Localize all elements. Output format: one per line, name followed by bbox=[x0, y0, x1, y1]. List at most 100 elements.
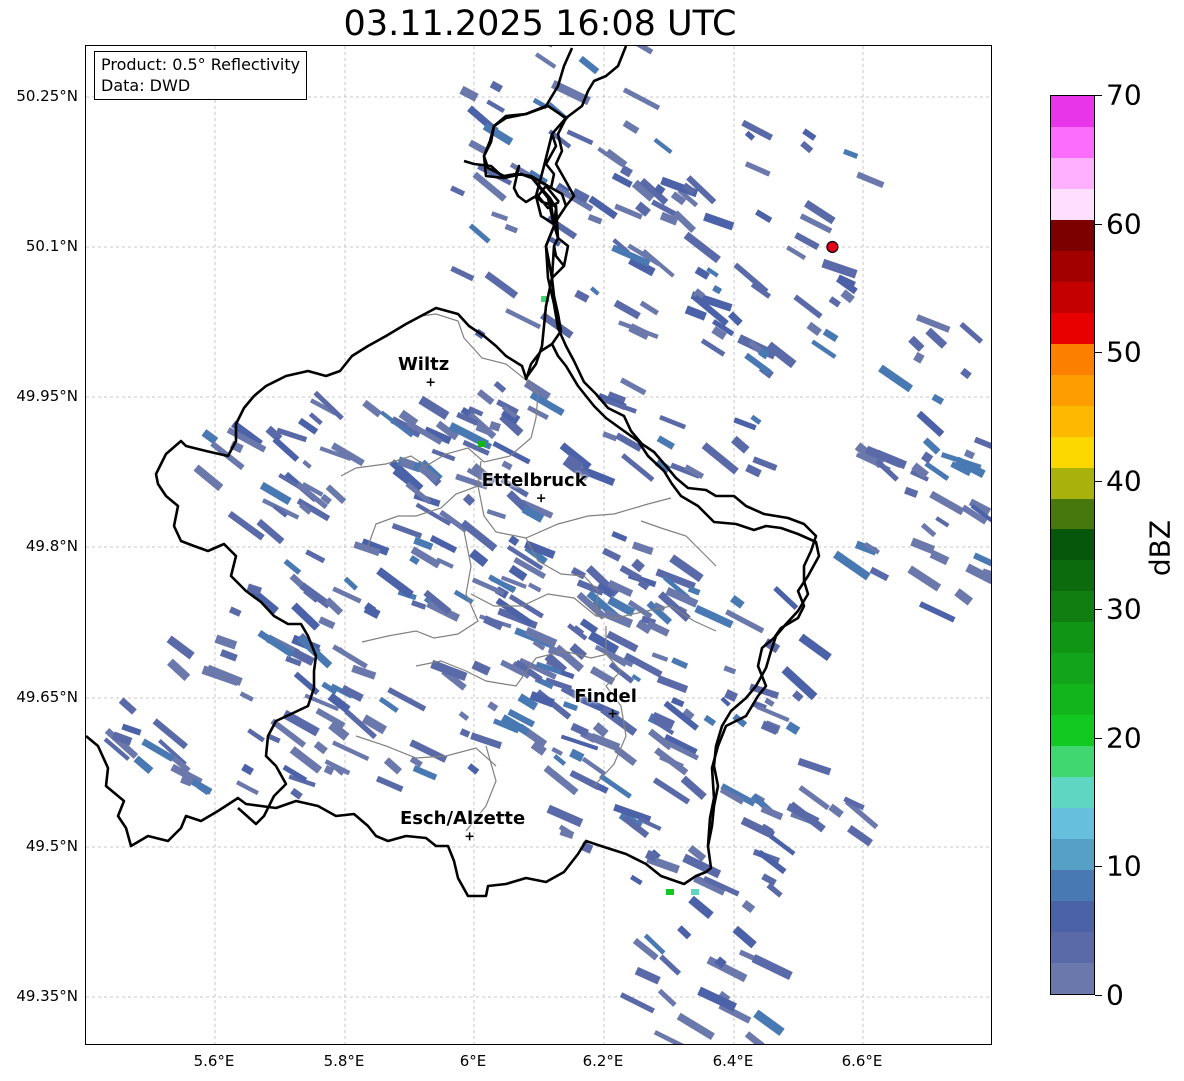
echo-cell bbox=[308, 412, 323, 426]
echo-cell bbox=[700, 338, 726, 357]
echo-cell bbox=[291, 602, 320, 631]
echo-cell bbox=[570, 567, 587, 580]
echo-cell bbox=[228, 606, 242, 617]
echo-cell bbox=[659, 414, 687, 430]
echo-cell bbox=[802, 128, 817, 141]
echo-cell bbox=[913, 351, 925, 364]
echo-cell bbox=[756, 704, 790, 723]
colorbar-segment bbox=[1051, 219, 1094, 251]
echo-cell bbox=[546, 804, 584, 828]
echo-cell bbox=[504, 223, 519, 234]
lon-label: 6.2°E bbox=[582, 1052, 624, 1070]
echo-cell bbox=[453, 589, 474, 605]
echo-cell bbox=[193, 464, 224, 492]
echo-cell bbox=[798, 633, 832, 662]
echo-cell bbox=[332, 740, 370, 762]
city-marker bbox=[537, 494, 546, 503]
radar-site-marker[interactable] bbox=[826, 240, 839, 254]
echo-cell bbox=[570, 722, 589, 737]
echo-cell bbox=[761, 873, 777, 886]
echo-cell bbox=[167, 658, 191, 682]
colorbar-segment bbox=[1051, 560, 1094, 592]
echo-cell bbox=[553, 754, 567, 766]
echo-cell bbox=[459, 728, 471, 738]
echo-cell bbox=[651, 652, 669, 662]
colorbar-segment bbox=[1051, 932, 1094, 964]
colorbar-segment bbox=[1051, 312, 1094, 344]
echo-cell bbox=[793, 294, 823, 319]
echo-cell bbox=[601, 547, 622, 562]
echo-cell bbox=[822, 328, 839, 343]
lon-label: 6.6°E bbox=[841, 1052, 883, 1070]
echo-cell bbox=[272, 436, 300, 462]
colorbar bbox=[1050, 95, 1095, 995]
colorbar-tick bbox=[1095, 480, 1102, 482]
echo-cell bbox=[653, 137, 673, 154]
colorbar-tick bbox=[1095, 95, 1102, 96]
echo-cell bbox=[760, 805, 784, 821]
echo-cell bbox=[256, 518, 285, 545]
echo-cell bbox=[487, 701, 499, 712]
echo-cell bbox=[468, 223, 491, 244]
echo-cell bbox=[362, 399, 382, 418]
luxembourg-border bbox=[154, 47, 574, 826]
colorbar-tick bbox=[1095, 352, 1102, 354]
echo-cell bbox=[257, 629, 295, 658]
echo-cell bbox=[751, 954, 793, 981]
echo-cell bbox=[960, 367, 972, 380]
echo-cell bbox=[703, 212, 735, 231]
echo-cell bbox=[604, 148, 628, 168]
echo-cell bbox=[482, 122, 514, 146]
echo-cell bbox=[666, 889, 674, 895]
colorbar-tick-label: 70 bbox=[1106, 78, 1142, 112]
colorbar-segment bbox=[1051, 963, 1094, 994]
echo-cell bbox=[842, 148, 859, 159]
lat-label: 49.35°N bbox=[16, 987, 78, 1005]
echo-cell bbox=[741, 119, 774, 141]
colorbar-segment bbox=[1051, 746, 1094, 778]
echo-cell bbox=[214, 634, 238, 650]
echo-cell bbox=[701, 442, 739, 475]
echo-cell bbox=[929, 490, 965, 516]
echo-cell bbox=[653, 1030, 685, 1044]
echo-cell bbox=[631, 558, 645, 573]
echo-cell bbox=[688, 895, 714, 920]
echo-cell bbox=[703, 714, 717, 727]
lat-label: 49.95°N bbox=[16, 387, 78, 405]
colorbar-tick-label: 60 bbox=[1106, 207, 1142, 241]
colorbar-segment bbox=[1051, 653, 1094, 685]
city-label: Wiltz bbox=[397, 354, 450, 376]
echo-cell bbox=[484, 271, 519, 299]
echo-cell bbox=[744, 130, 756, 141]
echo-cell bbox=[118, 697, 137, 715]
city-label: Ettelbruck bbox=[481, 470, 587, 492]
map-panel[interactable] bbox=[85, 45, 992, 1045]
echo-cell bbox=[411, 600, 427, 610]
colorbar-segment bbox=[1051, 622, 1094, 654]
echo-cell bbox=[201, 665, 240, 686]
lon-label: 6°E bbox=[459, 1052, 487, 1070]
echo-cell bbox=[773, 585, 799, 610]
echo-cell bbox=[753, 1009, 785, 1036]
echo-cell bbox=[383, 757, 402, 775]
echo-cell bbox=[973, 552, 991, 567]
echo-cell bbox=[462, 493, 476, 507]
echo-cell bbox=[391, 523, 423, 539]
echo-cell bbox=[468, 139, 487, 154]
echo-cell bbox=[121, 723, 142, 736]
echo-cell bbox=[611, 531, 628, 542]
colorbar-tick-label: 0 bbox=[1106, 978, 1124, 1012]
colorbar-segment bbox=[1051, 281, 1094, 313]
echo-cell bbox=[915, 314, 951, 333]
radar-map[interactable] bbox=[86, 46, 992, 1045]
colorbar-segment bbox=[1051, 405, 1094, 437]
echo-cell bbox=[869, 566, 890, 582]
echo-cell bbox=[619, 165, 633, 178]
echo-cell bbox=[634, 966, 661, 985]
colorbar-segment bbox=[1051, 188, 1094, 220]
echo-cell bbox=[201, 429, 219, 445]
echo-cell bbox=[302, 459, 312, 469]
colorbar-segment bbox=[1051, 343, 1094, 375]
colorbar-segment bbox=[1051, 591, 1094, 623]
echo-cell bbox=[458, 711, 470, 721]
